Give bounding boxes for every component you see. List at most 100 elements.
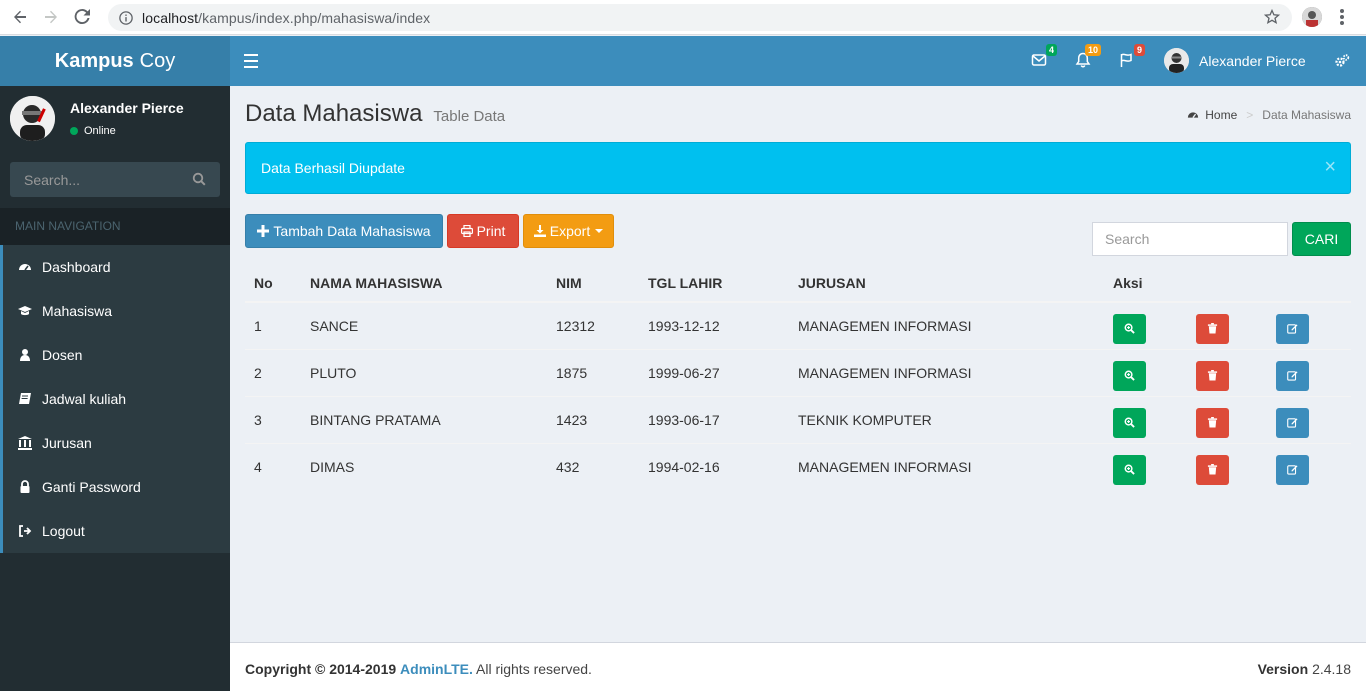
trash-icon [1207,370,1218,381]
page-title: Data Mahasiswa [245,100,423,127]
user-avatar-small [1164,48,1189,73]
zoom-in-icon [1124,417,1135,428]
search-button[interactable]: CARI [1292,222,1351,256]
sidebar-search-input[interactable] [10,162,180,197]
edit-icon [1287,418,1298,428]
browser-profile-avatar[interactable] [1302,7,1322,27]
user-icon [18,348,32,362]
edit-button[interactable] [1276,454,1309,485]
bookmark-star-icon[interactable] [1264,9,1280,25]
view-button[interactable] [1113,360,1146,391]
zoom-in-icon [1124,323,1135,334]
messages-icon[interactable]: 4 [1031,44,1057,70]
trash-icon [1207,323,1218,334]
column-header-no: No [245,264,301,303]
edit-button[interactable] [1276,313,1309,344]
cell-birthdate: 1993-12-12 [639,301,789,349]
notifications-bell-icon[interactable]: 10 [1075,44,1101,70]
column-header-jurusan: JURUSAN [789,264,1104,303]
info-icon[interactable] [119,10,133,25]
column-header-name: NAMA MAHASISWA [301,264,547,303]
forward-icon[interactable] [40,6,62,28]
print-button[interactable]: Print [447,214,519,248]
page-subtitle: Table Data [433,108,506,125]
cell-jurusan: MANAGEMEN INFORMASI [789,348,1104,396]
search-icon[interactable] [192,172,206,186]
close-icon[interactable]: × [1324,157,1336,177]
breadcrumb: Home > Data Mahasiswa [1187,108,1351,122]
sidebar-item-dosen[interactable]: Dosen [0,333,230,377]
browser-menu-icon[interactable] [1340,9,1344,25]
trash-icon [1207,464,1218,475]
page-title-wrap: Data Mahasiswa Table Data [245,100,505,128]
tasks-badge: 9 [1133,44,1145,56]
sidebar-toggle-icon[interactable] [244,54,258,68]
cell-nim: 12312 [547,301,639,349]
alert-message: Data Berhasil Diupdate [261,160,405,176]
view-button[interactable] [1113,313,1146,344]
address-bar[interactable]: localhost/kampus/index.php/mahasiswa/ind… [108,4,1292,31]
trash-icon [1207,417,1218,428]
cell-birthdate: 1994-02-16 [639,442,789,490]
cell-name: SANCE [301,301,547,349]
cell-birthdate: 1993-06-17 [639,395,789,443]
reload-icon[interactable] [71,6,93,28]
book-icon [18,392,32,406]
cell-jurusan: TEKNIK KOMPUTER [789,395,1104,443]
view-button[interactable] [1113,454,1146,485]
table-row: 2 PLUTO 1875 1999-06-27 MANAGEMEN INFORM… [245,348,1351,396]
edit-icon [1287,324,1298,334]
table-row: 3 BINTANG PRATAMA 1423 1993-06-17 TEKNIK… [245,395,1351,443]
back-icon[interactable] [9,6,31,28]
table-row: 1 SANCE 12312 1993-12-12 MANAGEMEN INFOR… [245,301,1351,349]
graduation-cap-icon [18,304,32,318]
notifications-badge: 10 [1084,44,1101,56]
column-header-aksi: Aksi [1104,264,1187,303]
export-dropdown-button[interactable]: Export [523,214,614,248]
messages-badge: 4 [1045,44,1057,56]
table-search-input[interactable] [1092,222,1288,256]
breadcrumb-separator: > [1246,108,1254,122]
sidebar-item-jadwal-kuliah[interactable]: Jadwal kuliah [0,377,230,421]
delete-button[interactable] [1196,407,1229,438]
sidebar-item-mahasiswa[interactable]: Mahasiswa [0,289,230,333]
institution-icon [18,436,32,450]
edit-icon [1287,465,1298,475]
cell-jurusan: MANAGEMEN INFORMASI [789,442,1104,490]
sidebar-item-ganti-password[interactable]: Ganti Password [0,465,230,509]
user-menu[interactable]: Alexander Pierce [1164,48,1306,73]
zoom-in-icon [1124,370,1135,381]
footer-copyright: Copyright © 2014-2019 AdminLTE. All righ… [245,661,592,677]
cell-no: 1 [245,301,301,349]
app-logo[interactable]: Kampus Coy [0,36,230,86]
sidebar-item-logout[interactable]: Logout [0,509,230,553]
table-row: 4 DIMAS 432 1994-02-16 MANAGEMEN INFORMA… [245,442,1351,490]
delete-button[interactable] [1196,313,1229,344]
breadcrumb-current: Data Mahasiswa [1262,108,1351,122]
gears-icon[interactable] [1334,53,1350,69]
delete-button[interactable] [1196,454,1229,485]
footer: Copyright © 2014-2019 AdminLTE. All righ… [230,642,1366,691]
top-navbar: 4 10 9 Alexander Pierce [230,36,1366,86]
cell-no: 3 [245,395,301,443]
online-dot-icon [70,127,78,135]
add-student-button[interactable]: Tambah Data Mahasiswa [245,214,443,248]
tasks-flag-icon[interactable]: 9 [1119,44,1145,70]
edit-button[interactable] [1276,360,1309,391]
edit-button[interactable] [1276,407,1309,438]
url-text: localhost/kampus/index.php/mahasiswa/ind… [142,9,431,26]
sidebar-item-jurusan[interactable]: Jurusan [0,421,230,465]
user-status: Online [70,125,116,137]
cell-nim: 1875 [547,348,639,396]
delete-button[interactable] [1196,360,1229,391]
avatar [10,96,55,141]
column-header-birthdate: TGL LAHIR [639,264,789,303]
breadcrumb-home[interactable]: Home [1205,108,1237,122]
adminlte-link[interactable]: AdminLTE. [400,661,473,677]
sidebar-item-dashboard[interactable]: Dashboard [0,245,230,289]
caret-down-icon [595,229,604,233]
sidebar-menu: Dashboard Mahasiswa Dosen Jadwal kuliah … [0,245,230,553]
sidebar-user-panel: Alexander Pierce Online [10,96,220,141]
edit-icon [1287,371,1298,381]
view-button[interactable] [1113,407,1146,438]
